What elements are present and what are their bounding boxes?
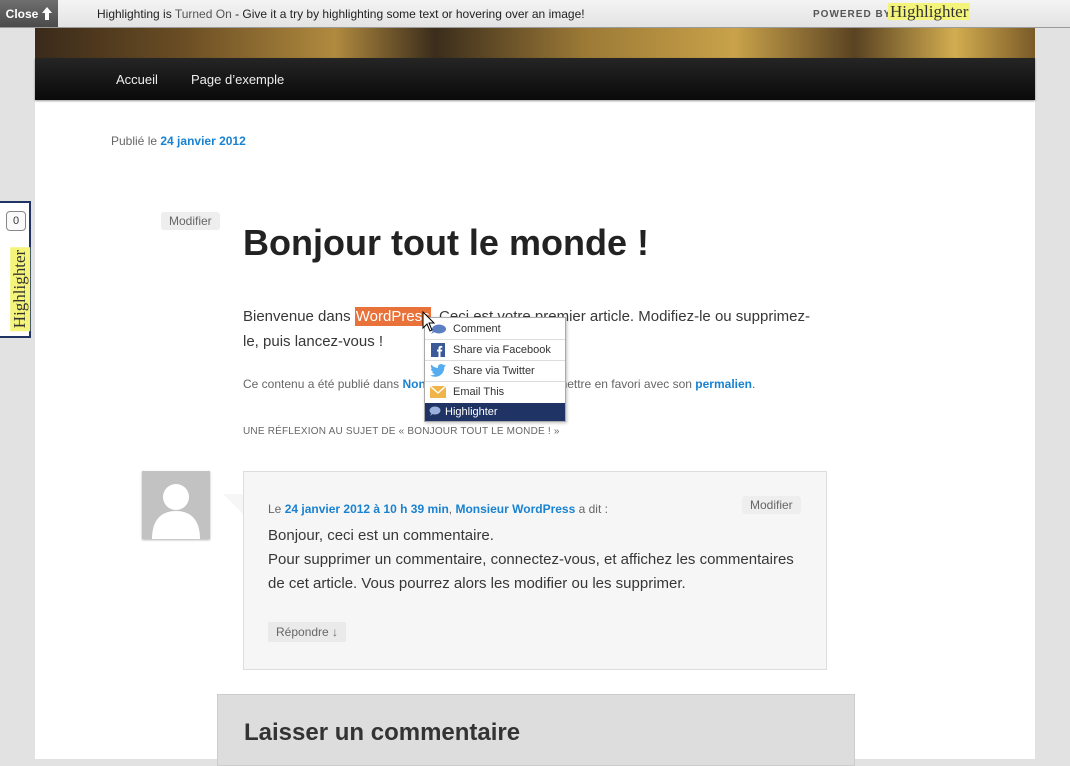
comment-date-link[interactable]: 24 janvier 2012 à 10 h 39 min: [285, 502, 449, 516]
highlighter-popup: Comment Share via Facebook Share via Twi…: [424, 317, 566, 422]
leave-comment-section: Laisser un commentaire: [217, 694, 855, 766]
highlighted-word[interactable]: WordPress: [354, 307, 431, 326]
popup-twitter[interactable]: Share via Twitter: [425, 360, 565, 382]
popup-footer-label: Highlighter: [445, 406, 498, 418]
comment-said: a dit :: [575, 502, 608, 516]
mouse-cursor-icon: [422, 311, 436, 332]
close-button[interactable]: Close: [0, 0, 58, 27]
post-text-pre: Bienvenue dans: [243, 308, 355, 325]
nav-item-accueil[interactable]: Accueil: [116, 72, 158, 87]
post-title[interactable]: Bonjour tout le monde !: [243, 222, 649, 264]
comment-line-2: Pour supprimer un commentaire, connectez…: [268, 551, 794, 592]
edit-post-button[interactable]: Modifier: [161, 212, 220, 230]
facebook-icon: [430, 342, 446, 357]
msg-status: Turned On: [174, 7, 232, 21]
arrow-up-icon: [42, 7, 53, 20]
highlight-count-badge: 0: [6, 211, 26, 231]
popup-email-label: Email This: [453, 385, 505, 398]
reply-button[interactable]: Répondre ↓: [268, 622, 347, 642]
comment-meta: Le 24 janvier 2012 à 10 h 39 min, Monsie…: [268, 502, 608, 516]
side-highlighter-logo: Highlighter: [10, 246, 31, 332]
comment-arrow: [223, 494, 243, 514]
edit-comment-button[interactable]: Modifier: [742, 496, 801, 514]
twitter-icon: [430, 364, 446, 378]
popup-email[interactable]: Email This: [425, 381, 565, 402]
envelope-icon: [430, 385, 446, 399]
comments-heading: UNE RÉFLEXION AU SUJET DE « BONJOUR TOUT…: [243, 426, 560, 437]
comment-text: Bonjour, ceci est un commentaire. Pour s…: [268, 524, 808, 596]
popup-comment[interactable]: Comment: [425, 318, 565, 340]
published-date: Publié le 24 janvier 2012: [111, 134, 246, 148]
msg-pre: Highlighting is: [97, 7, 175, 21]
popup-twitter-label: Share via Twitter: [453, 364, 535, 377]
nav-item-page-exemple[interactable]: Page d’exemple: [191, 72, 284, 87]
comment-le: Le: [268, 502, 285, 516]
msg-post: - Give it a try by highlighting some tex…: [231, 7, 585, 21]
published-date-link[interactable]: 24 janvier 2012: [160, 134, 245, 148]
header-image: [35, 27, 1035, 58]
popup-comment-label: Comment: [453, 322, 501, 335]
comment-author-link[interactable]: Monsieur WordPress: [455, 502, 575, 516]
highlighter-bar: Close Highlighting is Turned On - Give i…: [0, 0, 1070, 28]
highlighter-bubble-icon: [429, 406, 441, 419]
comment-line-1: Bonjour, ceci est un commentaire.: [268, 527, 494, 544]
highlighter-side-tab[interactable]: 0 Highlighter: [0, 201, 31, 338]
main-nav: Accueil Page d’exemple: [35, 58, 1035, 100]
close-label: Close: [5, 6, 39, 21]
highlighter-logo[interactable]: Highlighter: [888, 3, 971, 20]
powered-by-label: POWERED BY: [813, 9, 892, 20]
meta-end: .: [752, 377, 756, 391]
popup-facebook[interactable]: Share via Facebook: [425, 339, 565, 361]
popup-footer[interactable]: Highlighter: [425, 403, 565, 421]
popup-facebook-label: Share via Facebook: [453, 343, 551, 356]
user-silhouette-icon: [152, 484, 200, 539]
highlighter-message: Highlighting is Turned On - Give it a tr…: [97, 7, 585, 21]
meta-pre: Ce contenu a été publié dans: [243, 377, 403, 391]
published-label: Publié le: [111, 134, 161, 148]
permalink-link[interactable]: permalien: [695, 377, 752, 391]
avatar: [142, 471, 210, 539]
comment: Le 24 janvier 2012 à 10 h 39 min, Monsie…: [243, 471, 827, 670]
leave-comment-title: Laisser un commentaire: [244, 719, 521, 746]
